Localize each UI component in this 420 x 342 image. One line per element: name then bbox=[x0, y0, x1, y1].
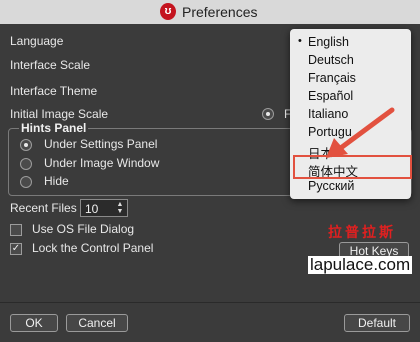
watermark-url-text: lapulace.com bbox=[308, 255, 413, 274]
watermark-chinese-text: 拉普拉斯 bbox=[328, 225, 396, 241]
annotation-arrow-icon bbox=[326, 107, 395, 158]
